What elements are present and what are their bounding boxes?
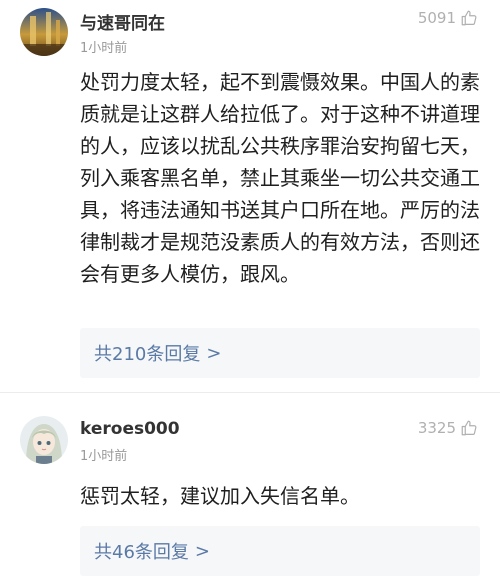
thumbs-up-icon (461, 420, 477, 436)
landscape-avatar-icon (20, 8, 68, 56)
like-button[interactable]: 3325 (418, 419, 478, 437)
comment-text: 惩罚太轻，建议加入失信名单。 (80, 484, 360, 508)
timestamp: 1小时前 (80, 449, 128, 464)
like-count: 3325 (417, 419, 456, 437)
username[interactable]: keroes000 (80, 419, 180, 439)
comment-text: 处罚力度太轻，起不到震慑效果。中国人的素质就是让这群人给拉低了。对于这种不讲道理… (80, 70, 480, 286)
chevron-right-icon: > (206, 342, 222, 364)
replies-label: 共46条回复 (94, 542, 189, 563)
thumbs-up-icon (461, 10, 477, 26)
view-replies-button[interactable]: 共46条回复 > (80, 526, 480, 576)
username[interactable]: 与速哥同在 (80, 9, 165, 34)
avatar[interactable] (20, 416, 68, 464)
avatar[interactable] (20, 8, 68, 56)
divider (0, 392, 500, 393)
like-count: 5091 (417, 9, 456, 27)
comment-item: 与速哥同在 1小时前 5091 处罚力度太轻，起不到震慑效果。中国人的素质就是让… (0, 0, 500, 388)
replies-label: 共210条回复 (94, 344, 201, 365)
comment-item: keroes000 1小时前 3325 惩罚太轻，建议加入失信名单。 共46条回… (0, 398, 500, 576)
anime-girl-avatar-icon (20, 416, 68, 464)
view-replies-button[interactable]: 共210条回复 > (80, 328, 480, 378)
chevron-right-icon: > (194, 540, 210, 562)
timestamp: 1小时前 (80, 41, 128, 56)
like-button[interactable]: 5091 (418, 9, 478, 27)
